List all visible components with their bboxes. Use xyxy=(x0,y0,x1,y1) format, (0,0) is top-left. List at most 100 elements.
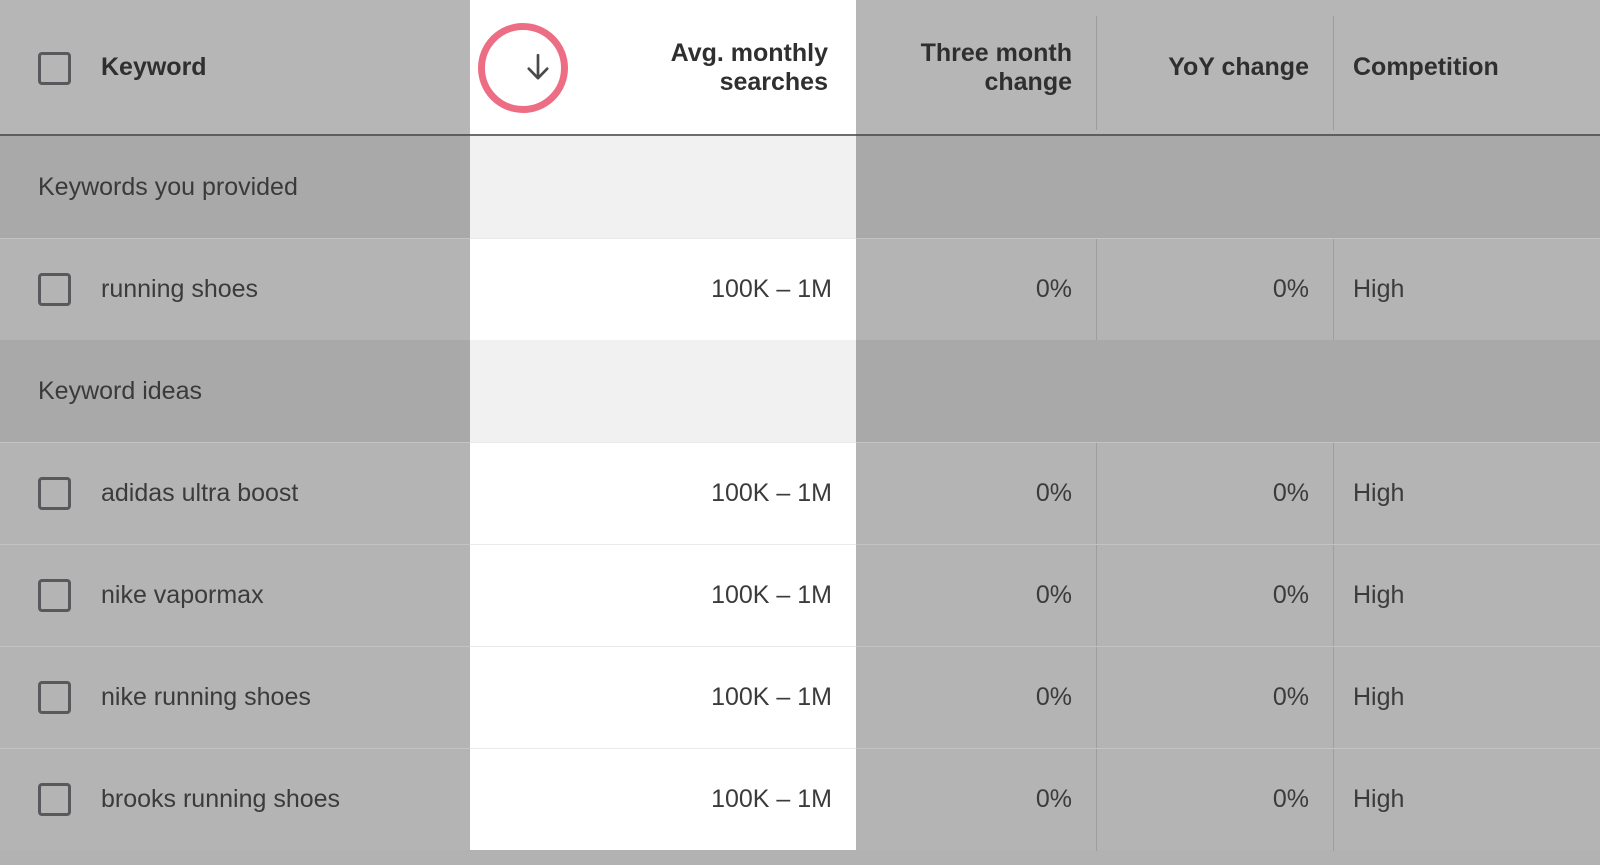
row-cell-yoy-change: 0% xyxy=(1096,443,1333,544)
row-keyword-label: nike running shoes xyxy=(101,683,311,711)
table-header-row: Keyword Avg. monthly searches Three mont… xyxy=(0,0,1600,136)
group-cell-yoy xyxy=(1096,340,1333,442)
arrow-down-icon[interactable] xyxy=(521,51,555,85)
row-checkbox[interactable] xyxy=(38,783,71,816)
header-label-competition: Competition xyxy=(1353,53,1499,82)
row-value-competition: High xyxy=(1353,275,1405,303)
group-cell-searches xyxy=(470,340,856,442)
row-divider-competition xyxy=(1333,647,1334,749)
group-label: Keywords you provided xyxy=(38,172,298,201)
group-label: Keyword ideas xyxy=(38,376,202,405)
group-header-keyword-ideas: Keyword ideas xyxy=(0,340,1600,442)
header-label-yoy-change: YoY change xyxy=(1168,53,1309,82)
row-cell-competition: High xyxy=(1333,545,1600,646)
row-cell-competition: High xyxy=(1333,647,1600,748)
row-checkbox[interactable] xyxy=(38,273,71,306)
row-cell-three-month-change: 0% xyxy=(856,443,1096,544)
row-cell-three-month-change: 0% xyxy=(856,647,1096,748)
row-divider-yoy xyxy=(1096,443,1097,545)
group-cell-competition xyxy=(1333,136,1600,238)
group-cell-searches xyxy=(470,136,856,238)
table-row[interactable]: running shoes 100K – 1M 0% 0% High xyxy=(0,238,1600,341)
row-cell-competition: High xyxy=(1333,239,1600,340)
row-cell-three-month-change: 0% xyxy=(856,239,1096,340)
row-cell-keyword[interactable]: nike vapormax xyxy=(0,545,470,646)
row-cell-avg-monthly-searches: 100K – 1M xyxy=(470,238,856,340)
header-label-avg-monthly-searches-line2: searches xyxy=(719,68,828,96)
row-value-yoy-change: 0% xyxy=(1272,479,1309,507)
group-cell-three-month xyxy=(856,340,1096,442)
table-row[interactable]: adidas ultra boost 100K – 1M 0% 0% High xyxy=(0,442,1600,545)
row-divider-competition xyxy=(1333,749,1334,851)
group-cell-three-month xyxy=(856,136,1096,238)
row-value-yoy-change: 0% xyxy=(1272,581,1309,609)
row-cell-yoy-change: 0% xyxy=(1096,647,1333,748)
table-row[interactable]: nike running shoes 100K – 1M 0% 0% High xyxy=(0,646,1600,749)
row-checkbox[interactable] xyxy=(38,681,71,714)
header-divider-yoy xyxy=(1096,16,1097,130)
row-cell-keyword[interactable]: running shoes xyxy=(0,239,470,340)
row-value-three-month-change: 0% xyxy=(1035,275,1072,303)
row-value-three-month-change: 0% xyxy=(1035,479,1072,507)
header-label-three-month-change-line2: change xyxy=(984,68,1072,96)
row-checkbox[interactable] xyxy=(38,579,71,612)
row-keyword-label: running shoes xyxy=(101,275,259,303)
group-cell-yoy xyxy=(1096,136,1333,238)
row-value-avg-monthly-searches: 100K – 1M xyxy=(711,479,832,507)
header-cell-yoy-change[interactable]: YoY change xyxy=(1096,0,1333,136)
table-row[interactable]: brooks running shoes 100K – 1M 0% 0% Hig… xyxy=(0,748,1600,851)
row-value-yoy-change: 0% xyxy=(1272,275,1309,303)
group-label-cell: Keyword ideas xyxy=(0,340,470,442)
row-keyword-label: nike vapormax xyxy=(101,581,264,609)
group-cell-competition xyxy=(1333,340,1600,442)
row-value-competition: High xyxy=(1353,479,1405,507)
row-cell-keyword[interactable]: adidas ultra boost xyxy=(0,443,470,544)
header-cell-three-month-change[interactable]: Three month change xyxy=(856,0,1096,136)
row-cell-three-month-change: 0% xyxy=(856,749,1096,850)
row-cell-avg-monthly-searches: 100K – 1M xyxy=(470,748,856,850)
row-cell-keyword[interactable]: brooks running shoes xyxy=(0,749,470,850)
row-cell-avg-monthly-searches: 100K – 1M xyxy=(470,646,856,748)
select-all-checkbox[interactable] xyxy=(38,51,71,85)
row-divider-competition xyxy=(1333,443,1334,545)
row-cell-competition: High xyxy=(1333,443,1600,544)
header-cell-avg-monthly-searches[interactable]: Avg. monthly searches xyxy=(470,0,856,136)
table-row[interactable]: nike vapormax 100K – 1M 0% 0% High xyxy=(0,544,1600,647)
row-value-competition: High xyxy=(1353,683,1405,711)
row-cell-avg-monthly-searches: 100K – 1M xyxy=(470,442,856,544)
row-divider-competition xyxy=(1333,545,1334,647)
row-checkbox[interactable] xyxy=(38,477,71,510)
row-cell-three-month-change: 0% xyxy=(856,545,1096,646)
row-cell-avg-monthly-searches: 100K – 1M xyxy=(470,544,856,646)
row-cell-yoy-change: 0% xyxy=(1096,239,1333,340)
row-cell-competition: High xyxy=(1333,749,1600,850)
header-label-avg-monthly-searches-line1: Avg. monthly xyxy=(670,38,828,67)
header-label-keyword: Keyword xyxy=(101,53,207,82)
header-label-three-month-change-line1: Three month xyxy=(920,38,1072,67)
row-divider-yoy xyxy=(1096,749,1097,851)
row-keyword-label: adidas ultra boost xyxy=(101,479,299,507)
header-cell-keyword[interactable]: Keyword xyxy=(0,0,470,136)
group-label-cell: Keywords you provided xyxy=(0,136,470,238)
row-value-three-month-change: 0% xyxy=(1035,683,1072,711)
sort-arrow-wrap[interactable] xyxy=(478,0,598,136)
row-cell-keyword[interactable]: nike running shoes xyxy=(0,647,470,748)
row-value-three-month-change: 0% xyxy=(1035,581,1072,609)
row-cell-yoy-change: 0% xyxy=(1096,545,1333,646)
row-divider-yoy xyxy=(1096,545,1097,647)
header-cell-competition[interactable]: Competition xyxy=(1333,0,1600,136)
row-keyword-label: brooks running shoes xyxy=(101,785,341,813)
keyword-planner-table: Keyword Avg. monthly searches Three mont… xyxy=(0,0,1600,865)
group-header-keywords-you-provided: Keywords you provided xyxy=(0,136,1600,238)
row-divider-yoy xyxy=(1096,239,1097,341)
row-divider-competition xyxy=(1333,239,1334,341)
row-value-avg-monthly-searches: 100K – 1M xyxy=(711,581,832,609)
row-value-competition: High xyxy=(1353,785,1405,813)
header-divider-competition xyxy=(1333,16,1334,130)
row-value-yoy-change: 0% xyxy=(1272,683,1309,711)
row-divider-yoy xyxy=(1096,647,1097,749)
row-value-three-month-change: 0% xyxy=(1035,785,1072,813)
row-value-yoy-change: 0% xyxy=(1272,785,1309,813)
row-cell-yoy-change: 0% xyxy=(1096,749,1333,850)
row-value-avg-monthly-searches: 100K – 1M xyxy=(711,683,832,711)
